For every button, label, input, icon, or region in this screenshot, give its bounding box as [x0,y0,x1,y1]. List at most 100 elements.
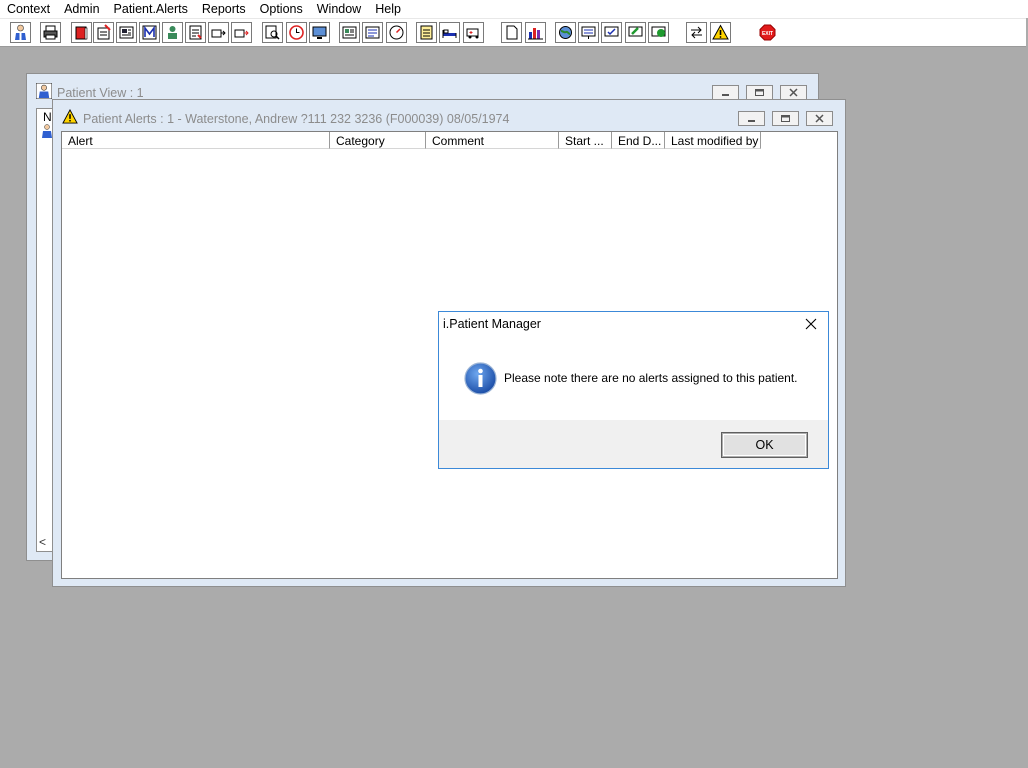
info-icon [464,362,497,395]
menu-help[interactable]: Help [368,0,408,18]
bed-icon [442,29,457,38]
toolbar-book-button[interactable] [71,22,92,43]
toolbar-inbox-button[interactable] [578,22,599,43]
clock-icon [289,25,304,40]
toolbar-doctor-button[interactable] [162,22,183,43]
monitor-icon [312,26,327,39]
report-icon [119,26,134,39]
toolbar-referral-button[interactable] [208,22,229,43]
toolbar-patient-button[interactable] [10,22,31,43]
patient-alerts-minimize-button[interactable] [738,111,765,126]
inbox-icon [581,26,596,39]
column-header-start[interactable]: Start ... [559,132,612,149]
dialog-close-button[interactable] [800,314,822,334]
toolbar-print-button[interactable] [40,22,61,43]
globe-icon [559,26,572,39]
svg-text:EXIT: EXIT [762,31,773,37]
minimize-icon [722,94,729,96]
menu-window[interactable]: Window [310,0,368,18]
patient-view-title: Patient View : 1 [57,86,144,100]
toolbar-report-button[interactable] [116,22,137,43]
patient-alerts-restore-button[interactable] [772,111,799,126]
patient-view-column-header[interactable]: N [43,110,52,124]
message-dialog[interactable]: i.Patient Manager Please note there are … [438,311,829,469]
toolbar-ambulance-button[interactable] [463,22,484,43]
patient-alerts-close-button[interactable] [806,111,833,126]
toolbar-document-button[interactable] [501,22,522,43]
inbox-refresh-icon [651,26,666,37]
alerts-list-header: Alert Category Comment Start ... End D..… [62,132,761,150]
ok-button[interactable]: OK [721,432,808,458]
menu-bar: Context Admin Patient.Alerts Reports Opt… [0,0,1028,18]
dialog-footer: OK [439,420,828,468]
column-header-alert[interactable]: Alert [62,132,330,149]
menu-options[interactable]: Options [253,0,310,18]
toolbar-inbox-green-button[interactable] [625,22,646,43]
exit-icon: EXIT [759,24,776,41]
notes-icon [97,24,111,40]
menu-reports[interactable]: Reports [195,0,253,18]
scroll-left-arrow[interactable]: < [39,535,46,549]
toolbar-form-button[interactable] [185,22,206,43]
close-icon [789,88,798,97]
patient-icon [15,24,26,40]
toolbar-notepad-button[interactable] [416,22,437,43]
card-icon [342,26,357,39]
column-header-last-modified[interactable]: Last modified by [665,132,761,149]
toolbar-list-button[interactable] [362,22,383,43]
search-doc-icon [265,25,280,40]
m-icon [142,25,157,40]
speedometer-icon [389,25,404,40]
notepad-icon [420,25,433,40]
patient-alerts-title: Patient Alerts : 1 - Waterstone, Andrew … [83,112,510,126]
patient-alerts-titlebar[interactable]: Patient Alerts : 1 - Waterstone, Andrew … [53,100,845,126]
close-icon [815,114,824,123]
toolbar-search-doc-button[interactable] [262,22,283,43]
toolbar-warning-button[interactable] [710,22,731,43]
form-icon [189,25,202,40]
toolbar-inbox-check-button[interactable] [601,22,622,43]
toolbar-chart-button[interactable] [525,22,546,43]
toolbar-exit-button[interactable]: EXIT [757,22,778,43]
menu-patient-alerts[interactable]: Patient.Alerts [107,0,195,18]
toolbar-m-button[interactable] [139,22,160,43]
barchart-icon [528,28,543,40]
list-icon [365,26,380,39]
patient-view-minimize-button[interactable] [712,85,739,100]
column-header-category[interactable]: Category [330,132,426,149]
inbox-check-icon [604,26,619,37]
menu-admin[interactable]: Admin [57,0,106,18]
patient-view-close-button[interactable] [780,85,807,100]
close-icon [805,318,817,330]
inbox-green-icon [628,26,643,37]
toolbar-bed-button[interactable] [439,22,460,43]
patient-view-titlebar[interactable]: Patient View : 1 [27,74,818,100]
toolbar-globe-button[interactable] [555,22,576,43]
ambulance-icon [466,28,479,39]
printer-icon [43,25,58,40]
book-icon [75,26,88,40]
toolbar-clock-button[interactable] [286,22,307,43]
restore-icon [781,115,790,122]
patient-view-restore-button[interactable] [746,85,773,100]
toolbar-inbox-refresh-button[interactable] [648,22,669,43]
warning-icon [712,24,729,40]
menu-context[interactable]: Context [0,0,57,18]
minimize-icon [748,120,755,122]
toolbar: EXIT [0,18,1026,47]
restore-icon [755,89,764,96]
toolbar-referral-out-button[interactable] [231,22,252,43]
toolbar-speedometer-button[interactable] [386,22,407,43]
toolbar-card-button[interactable] [339,22,360,43]
transfer-icon [691,26,702,39]
document-icon [506,25,518,40]
column-header-comment[interactable]: Comment [426,132,559,149]
dialog-message: Please note there are no alerts assigned… [504,371,798,385]
column-header-end[interactable]: End D... [612,132,665,149]
patient-icon [36,83,52,99]
doctor-icon [168,26,177,39]
toolbar-notes-button[interactable] [93,22,114,43]
toolbar-transfer-button[interactable] [686,22,707,43]
referral-icon [211,29,226,38]
toolbar-monitor-button[interactable] [309,22,330,43]
